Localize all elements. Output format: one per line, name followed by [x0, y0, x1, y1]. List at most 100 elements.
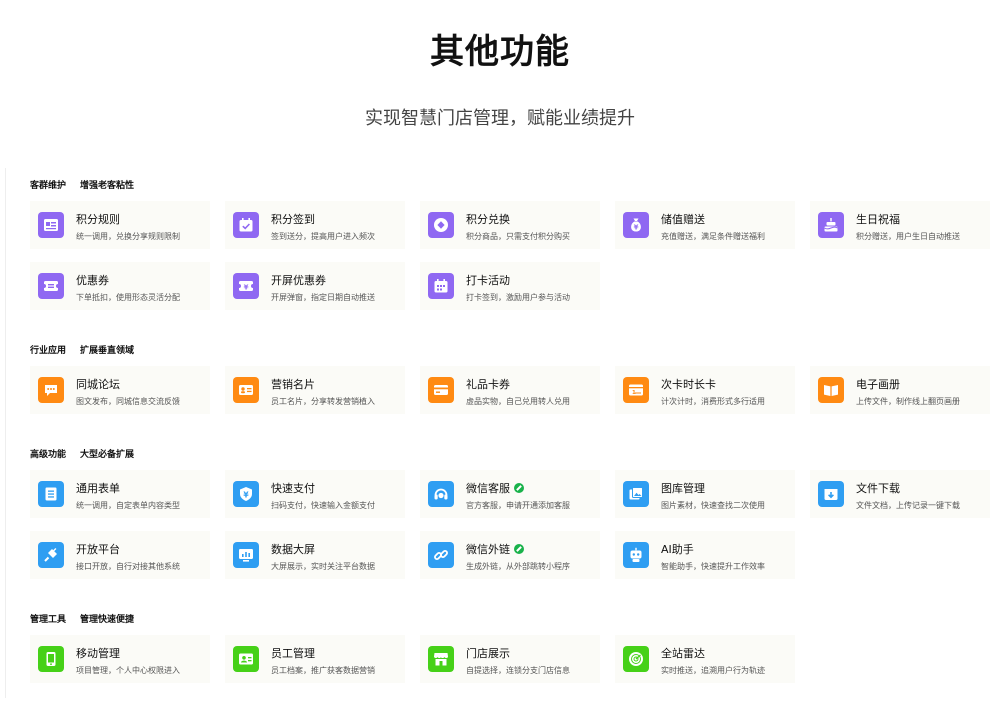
feature-title: 文件下载: [856, 482, 900, 495]
feature-desc: 智能助手，快速提升工作效率: [661, 562, 765, 571]
feature-desc: 项目管理，个人中心权限进入: [76, 666, 180, 675]
feature-card[interactable]: 文件下载文件文档，上传记录一键下载: [810, 470, 990, 518]
feature-title-row: 同城论坛: [76, 376, 120, 392]
staff-badge-icon: [233, 646, 259, 672]
feature-card[interactable]: 生日祝福积分赠送，用户生日自动推送: [810, 201, 990, 249]
page-subtitle: 实现智慧门店管理，赋能业绩提升: [365, 108, 635, 129]
diamond-exchange-icon: [428, 212, 454, 238]
feature-desc: 下单抵扣，使用形态灵活分配: [76, 293, 180, 302]
headset-icon: [428, 481, 454, 507]
feature-card[interactable]: 营销名片 员工名片，分享转发营销植入: [225, 366, 405, 414]
feature-card[interactable]: 图库管理图片素材，快速查找二次使用: [615, 470, 795, 518]
feature-card[interactable]: 微信客服 官方客服，申请开通添加客服: [420, 470, 600, 518]
feature-title-row: 文件下载: [856, 480, 900, 496]
page-title: 其他功能: [430, 32, 570, 72]
splash-coupon-icon: ¥: [233, 273, 259, 299]
feature-card[interactable]: 同城论坛 图文发布，同城信息交流反馈: [30, 366, 210, 414]
section-label: 管理工具: [30, 615, 67, 625]
radar-icon: [623, 646, 649, 672]
section-heading: 行业应用 扩展垂直领域: [30, 343, 134, 357]
feature-title-row: 电子画册: [856, 376, 900, 392]
feature-card[interactable]: 全站雷达 实时推送，追溯用户行为轨迹: [615, 635, 795, 683]
feature-title: 营销名片: [271, 378, 315, 391]
feature-title: 优惠券: [76, 274, 109, 287]
chain-link-icon: [428, 542, 454, 568]
feature-card[interactable]: ¥ 储值赠送充值赠送，满足条件赠送福利: [615, 201, 795, 249]
feature-desc: 文件文档，上传记录一键下载: [856, 501, 960, 510]
link-badge-icon: [514, 544, 524, 554]
feature-card[interactable]: AI助手 智能助手，快速提升工作效率: [615, 531, 795, 579]
feature-card[interactable]: 开放平台接口开放，自行对接其他系统: [30, 531, 210, 579]
svg-text:¥: ¥: [243, 490, 249, 499]
robot-icon: [623, 542, 649, 568]
left-divider: [5, 168, 6, 698]
feature-title: 礼品卡券: [466, 378, 510, 391]
feature-title: 通用表单: [76, 482, 120, 495]
feature-desc: 虚品实物，自己兑用转人兑用: [466, 397, 570, 406]
feature-title: 微信客服: [466, 482, 510, 495]
feature-title: 开屏优惠券: [271, 274, 326, 287]
feature-card[interactable]: ¥ 快速支付 扫码支付，快速输入金额支付: [225, 470, 405, 518]
feature-desc: 接口开放，自行对接其他系统: [76, 562, 180, 571]
chat-bubble-icon: [38, 377, 64, 403]
feature-card[interactable]: 积分兑换 积分商品，只需支付积分购买: [420, 201, 600, 249]
feature-desc: 统一调用，自定表单内容类型: [76, 501, 180, 510]
feature-desc: 充值赠送，满足条件赠送福利: [661, 232, 765, 241]
feature-card[interactable]: 员工管理员工档案，推广获客数据营销: [225, 635, 405, 683]
feature-title-row: 积分签到: [271, 211, 315, 227]
feature-title-row: 微信外链: [466, 541, 524, 557]
feature-card[interactable]: ¥ 开屏优惠券开屏弹窗，指定日期自动推送: [225, 262, 405, 310]
feature-desc: 自提选择，连锁分支门店信息: [466, 666, 570, 675]
download-box-icon: [818, 481, 844, 507]
feature-title-row: 生日祝福: [856, 211, 900, 227]
image-library-icon: [623, 481, 649, 507]
feature-desc: 统一调用，兑换分享规则限制: [76, 232, 180, 241]
section-sublabel: 管理快速便捷: [80, 615, 135, 625]
feature-card[interactable]: 微信外链 生成外链，从外部跳转小程序: [420, 531, 600, 579]
feature-desc: 上传文件，制作线上翻页画册: [856, 397, 960, 406]
feature-title-row: 数据大屏: [271, 541, 315, 557]
feature-card[interactable]: 礼品卡券虚品实物，自己兑用转人兑用: [420, 366, 600, 414]
section-sublabel: 扩展垂直领域: [80, 346, 135, 356]
form-list-icon: [38, 481, 64, 507]
feature-card[interactable]: 积分签到 签到送分，提高用户进入频次: [225, 201, 405, 249]
feature-desc: 计次计时，消费形式多行适用: [661, 397, 765, 406]
feature-title-row: 优惠券: [76, 272, 109, 288]
feature-desc: 开屏弹窗，指定日期自动推送: [271, 293, 375, 302]
feature-title: 积分规则: [76, 213, 120, 226]
feature-card[interactable]: 门店展示 自提选择，连锁分支门店信息: [420, 635, 600, 683]
feature-title-row: 员工管理: [271, 645, 315, 661]
data-screen-icon: [233, 542, 259, 568]
feature-card[interactable]: 积分规则统一调用，兑换分享规则限制: [30, 201, 210, 249]
section-heading: 高级功能 大型必备扩展: [30, 447, 134, 461]
feature-desc: 大屏展示，实时关注平台数据: [271, 562, 375, 571]
section-label: 高级功能: [30, 450, 67, 460]
feature-card[interactable]: 通用表单统一调用，自定表单内容类型: [30, 470, 210, 518]
birthday-cake-icon: [818, 212, 844, 238]
feature-title: 数据大屏: [271, 543, 315, 556]
feature-card[interactable]: 数据大屏大屏展示，实时关注平台数据: [225, 531, 405, 579]
feature-card[interactable]: 打卡活动 打卡签到，激励用户参与活动: [420, 262, 600, 310]
feature-card[interactable]: 1 次卡时长卡 计次计时，消费形式多行适用: [615, 366, 795, 414]
feature-card[interactable]: 优惠券下单抵扣，使用形态灵活分配: [30, 262, 210, 310]
feature-card[interactable]: 移动管理 项目管理，个人中心权限进入: [30, 635, 210, 683]
coupon-icon: [38, 273, 64, 299]
svg-text:¥: ¥: [244, 284, 249, 292]
feature-desc: 积分赠送，用户生日自动推送: [856, 232, 960, 241]
feature-title-row: 开放平台: [76, 541, 120, 557]
section-sublabel: 大型必备扩展: [80, 450, 135, 460]
feature-title: 生日祝福: [856, 213, 900, 226]
feature-desc: 图片素材，快速查找二次使用: [661, 501, 765, 510]
feature-title-row: 图库管理: [661, 480, 705, 496]
clock-in-calendar-icon: [428, 273, 454, 299]
feature-title: 储值赠送: [661, 213, 705, 226]
feature-desc: 员工档案，推广获客数据营销: [271, 666, 375, 675]
svg-text:¥: ¥: [634, 224, 639, 232]
feature-title: 全站雷达: [661, 647, 705, 660]
link-badge-icon: [514, 483, 524, 493]
feature-desc: 打卡签到，激励用户参与活动: [466, 293, 570, 302]
feature-title-row: 储值赠送: [661, 211, 705, 227]
feature-title-row: 微信客服: [466, 480, 524, 496]
feature-title: 微信外链: [466, 543, 510, 556]
feature-card[interactable]: 电子画册上传文件，制作线上翻页画册: [810, 366, 990, 414]
